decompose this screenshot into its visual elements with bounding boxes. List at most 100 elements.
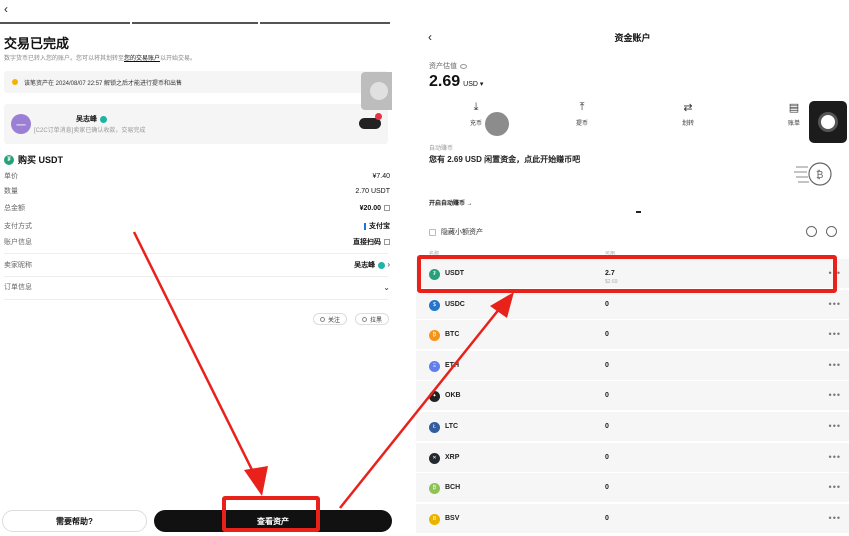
currency-selector[interactable]: USD ▾ (463, 81, 483, 88)
floating-assist-button[interactable] (361, 72, 392, 110)
total-balance: 2.69 USD ▾ (429, 73, 483, 91)
follow-button[interactable]: 关注 (313, 313, 348, 325)
assist-circle-icon (370, 82, 388, 100)
follow-label: 关注 (328, 317, 341, 324)
asset-name: ETH (445, 361, 459, 369)
eye-icon[interactable] (460, 63, 467, 69)
detail-value: 直接扫码 (353, 239, 381, 246)
asset-row-bch[interactable]: ₿ BCH 0 ••• (416, 473, 849, 504)
asset-row-bsv[interactable]: B BSV 0 ••• (416, 503, 849, 534)
more-options-icon[interactable]: ••• (829, 513, 841, 523)
action-label: 账单 (787, 121, 800, 127)
unread-badge-icon (375, 113, 382, 120)
detail-row-price: 单价 ¥7.40 (4, 170, 390, 182)
withdraw-icon: ⤒ (579, 101, 585, 113)
divider (4, 276, 388, 277)
asset-row-ltc[interactable]: Ł LTC 0 ••• (416, 412, 849, 442)
xrp-coin-icon: ✕ (429, 452, 440, 464)
asset-row-okb[interactable]: ✦ OKB 0 ••• (416, 381, 849, 412)
auto-earn-message[interactable]: 您有 2.69 USD 闲置资金，点此开始赚币吧 (429, 154, 580, 165)
verified-badge-icon (100, 115, 107, 123)
more-options-icon[interactable]: ••• (829, 421, 841, 431)
detail-label: 单价 (4, 173, 18, 180)
balance-value: 2.69 (429, 73, 461, 90)
convert-icon[interactable] (806, 226, 817, 237)
assist-circle-icon (818, 112, 838, 132)
action-label: 充币 (469, 121, 482, 127)
svg-text:₿: ₿ (816, 169, 823, 181)
order-heading-text: 购买 USDT (18, 155, 64, 165)
copy-icon[interactable] (384, 239, 390, 246)
action-label: 划转 (681, 121, 694, 127)
page-indicator (636, 211, 641, 213)
hide-small-label: 隐藏小额资产 (441, 229, 483, 236)
transfer-button[interactable]: ⇄ 划转 (668, 101, 708, 127)
coin-illustration-icon: ₿ (794, 162, 832, 186)
bsv-coin-icon: B (429, 513, 440, 525)
hide-small-assets-toggle[interactable]: 隐藏小额资产 (429, 227, 483, 237)
bill-button[interactable]: ▤ 账单 (774, 101, 814, 127)
asset-name: USDC (445, 300, 465, 308)
okb-coin-icon: ✦ (429, 391, 440, 403)
help-button[interactable]: 需要帮助? (2, 510, 147, 532)
block-button[interactable]: 拉黑 (355, 313, 390, 325)
detail-label: 卖家昵称 (4, 262, 32, 269)
block-label: 拉黑 (370, 317, 383, 324)
asset-amount: 0 (605, 423, 609, 430)
detail-row-total: 总金额 ¥20.00 (4, 202, 390, 214)
more-options-icon[interactable]: ••• (829, 360, 841, 370)
floating-assist-button[interactable] (809, 101, 847, 143)
progress-step-3 (260, 22, 390, 24)
subtitle-text: 数字货币已转入您的账户。您可以将其划转至 (4, 56, 125, 62)
asset-name: OKB (445, 392, 461, 400)
search-icon[interactable] (826, 226, 837, 237)
alipay-icon (364, 222, 366, 230)
progress-step-2 (132, 22, 258, 24)
trading-account-link[interactable]: 您的交易账户 (124, 56, 160, 62)
eth-coin-icon: Ξ (429, 360, 440, 372)
more-options-icon[interactable]: ••• (829, 329, 841, 339)
avatar: 一 (11, 114, 31, 134)
asset-amount: 0 (605, 453, 609, 461)
enable-auto-earn-link[interactable]: 开启自动赚币 → (429, 198, 473, 207)
detail-value: ¥20.00 (359, 204, 381, 212)
detail-label: 支付方式 (4, 223, 32, 230)
detail-label: 数量 (4, 188, 18, 195)
trade-complete-panel: ‹ 交易已完成 数字货币已转入您的账户。您可以将其划转至您的交易账户以开始交易。… (0, 0, 392, 536)
detail-label: 账户信息 (4, 239, 32, 246)
more-options-icon[interactable]: ••• (829, 482, 841, 492)
checkbox-icon[interactable] (429, 228, 436, 236)
asset-row-btc[interactable]: ₿ BTC 0 ••• (416, 320, 849, 351)
more-options-icon[interactable]: ••• (829, 299, 841, 309)
merchant-name: 吴志峰 (76, 114, 107, 124)
asset-amount: 0 (605, 514, 609, 522)
detail-row-payment: 支付方式 支付宝 (4, 220, 390, 232)
detail-label: 订单信息 (4, 284, 32, 291)
detail-value: ¥7.40 (372, 172, 390, 180)
detail-row-account: 账户信息 直接扫码 (4, 236, 390, 248)
asset-amount: 0 (605, 300, 609, 308)
divider (4, 253, 388, 254)
seller-name: 吴志峰 (354, 262, 376, 269)
copy-icon[interactable] (384, 204, 390, 211)
back-arrow-icon[interactable]: ‹ (4, 2, 8, 16)
asset-row-xrp[interactable]: ✕ XRP 0 ••• (416, 442, 849, 473)
bch-coin-icon: ₿ (429, 483, 440, 495)
notice-text: 该笔资产在 2024/08/07 22:57 解锁之后才能进行提币和出售 (24, 80, 183, 87)
withdraw-button[interactable]: ⤒ 提币 (562, 101, 602, 127)
asset-name: XRP (445, 453, 460, 461)
detail-row-seller[interactable]: 卖家昵称 吴志峰 › (4, 259, 390, 271)
bill-icon: ▤ (788, 102, 800, 114)
more-options-icon[interactable]: ••• (829, 452, 841, 462)
transfer-icon: ⇄ (683, 102, 693, 114)
follow-icon (320, 316, 325, 322)
detail-value: 2.70 USDT (355, 187, 390, 195)
estimate-label-text: 资产估值 (429, 63, 457, 70)
more-options-icon[interactable]: ••• (829, 390, 841, 400)
asset-row-eth[interactable]: Ξ ETH 0 ••• (416, 350, 849, 381)
asset-row-usdc[interactable]: $ USDC 0 ••• (416, 289, 849, 320)
action-label: 提币 (575, 121, 588, 127)
asset-name: BSV (445, 514, 460, 522)
order-info-row[interactable]: 订单信息 ⌄ (4, 281, 390, 293)
detail-value: 支付宝 (369, 223, 390, 230)
